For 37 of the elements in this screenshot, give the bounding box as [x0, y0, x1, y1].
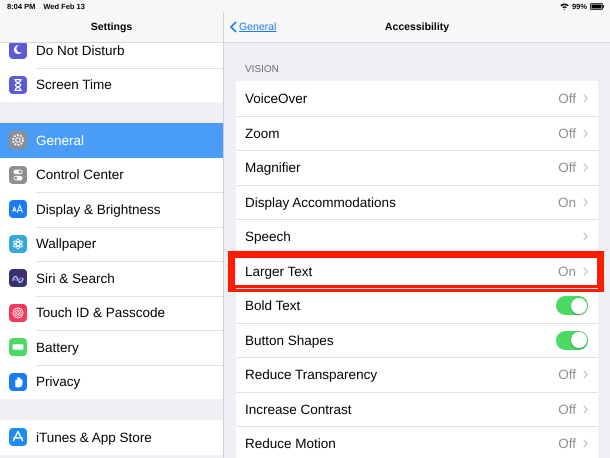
toggle-switch[interactable]: [556, 330, 588, 350]
setting-value: Off: [558, 90, 576, 106]
setting-value: Off: [558, 436, 576, 452]
back-chevron-icon: [230, 21, 237, 33]
toggle-switch[interactable]: [556, 296, 588, 316]
back-link[interactable]: General: [230, 21, 276, 33]
chevron-icon[interactable]: [583, 198, 588, 207]
wifi-icon: [560, 2, 569, 10]
setting-label: Display Accommodations: [245, 194, 397, 210]
setting-label: Button Shapes: [245, 332, 335, 348]
setting-label: Larger Text: [245, 264, 314, 279]
setting-label: Bold Text: [245, 298, 302, 314]
setting-value: Off: [558, 126, 576, 141]
section-header: VISION: [244, 63, 280, 77]
sidebar-title: Settings: [0, 12, 223, 43]
setting-label: Reduce Transparency: [245, 367, 378, 382]
setting-label: Magnifier: [245, 160, 302, 176]
setting-label: VoiceOver: [245, 90, 308, 106]
setting-value: Off: [558, 367, 576, 382]
setting-label: Speech: [245, 229, 292, 244]
chevron-icon[interactable]: [583, 163, 588, 172]
setting-value: Off: [558, 160, 576, 176]
chevron-icon[interactable]: [583, 232, 588, 242]
page-title: Accessibility: [384, 21, 450, 33]
chevron-icon[interactable]: [583, 370, 588, 380]
setting-label: Zoom: [245, 126, 281, 141]
setting-value: Off: [558, 402, 576, 417]
chevron-icon[interactable]: [583, 439, 588, 448]
setting-value: On: [558, 194, 576, 210]
setting-label: Reduce Motion: [245, 436, 337, 452]
setting-value: On: [558, 264, 576, 279]
chevron-icon[interactable]: [583, 128, 588, 138]
chevron-icon[interactable]: [583, 266, 588, 276]
chevron-icon[interactable]: [583, 404, 588, 414]
chevron-icon[interactable]: [583, 94, 588, 103]
battery-icon: [590, 2, 604, 10]
setting-label: Increase Contrast: [245, 402, 353, 417]
